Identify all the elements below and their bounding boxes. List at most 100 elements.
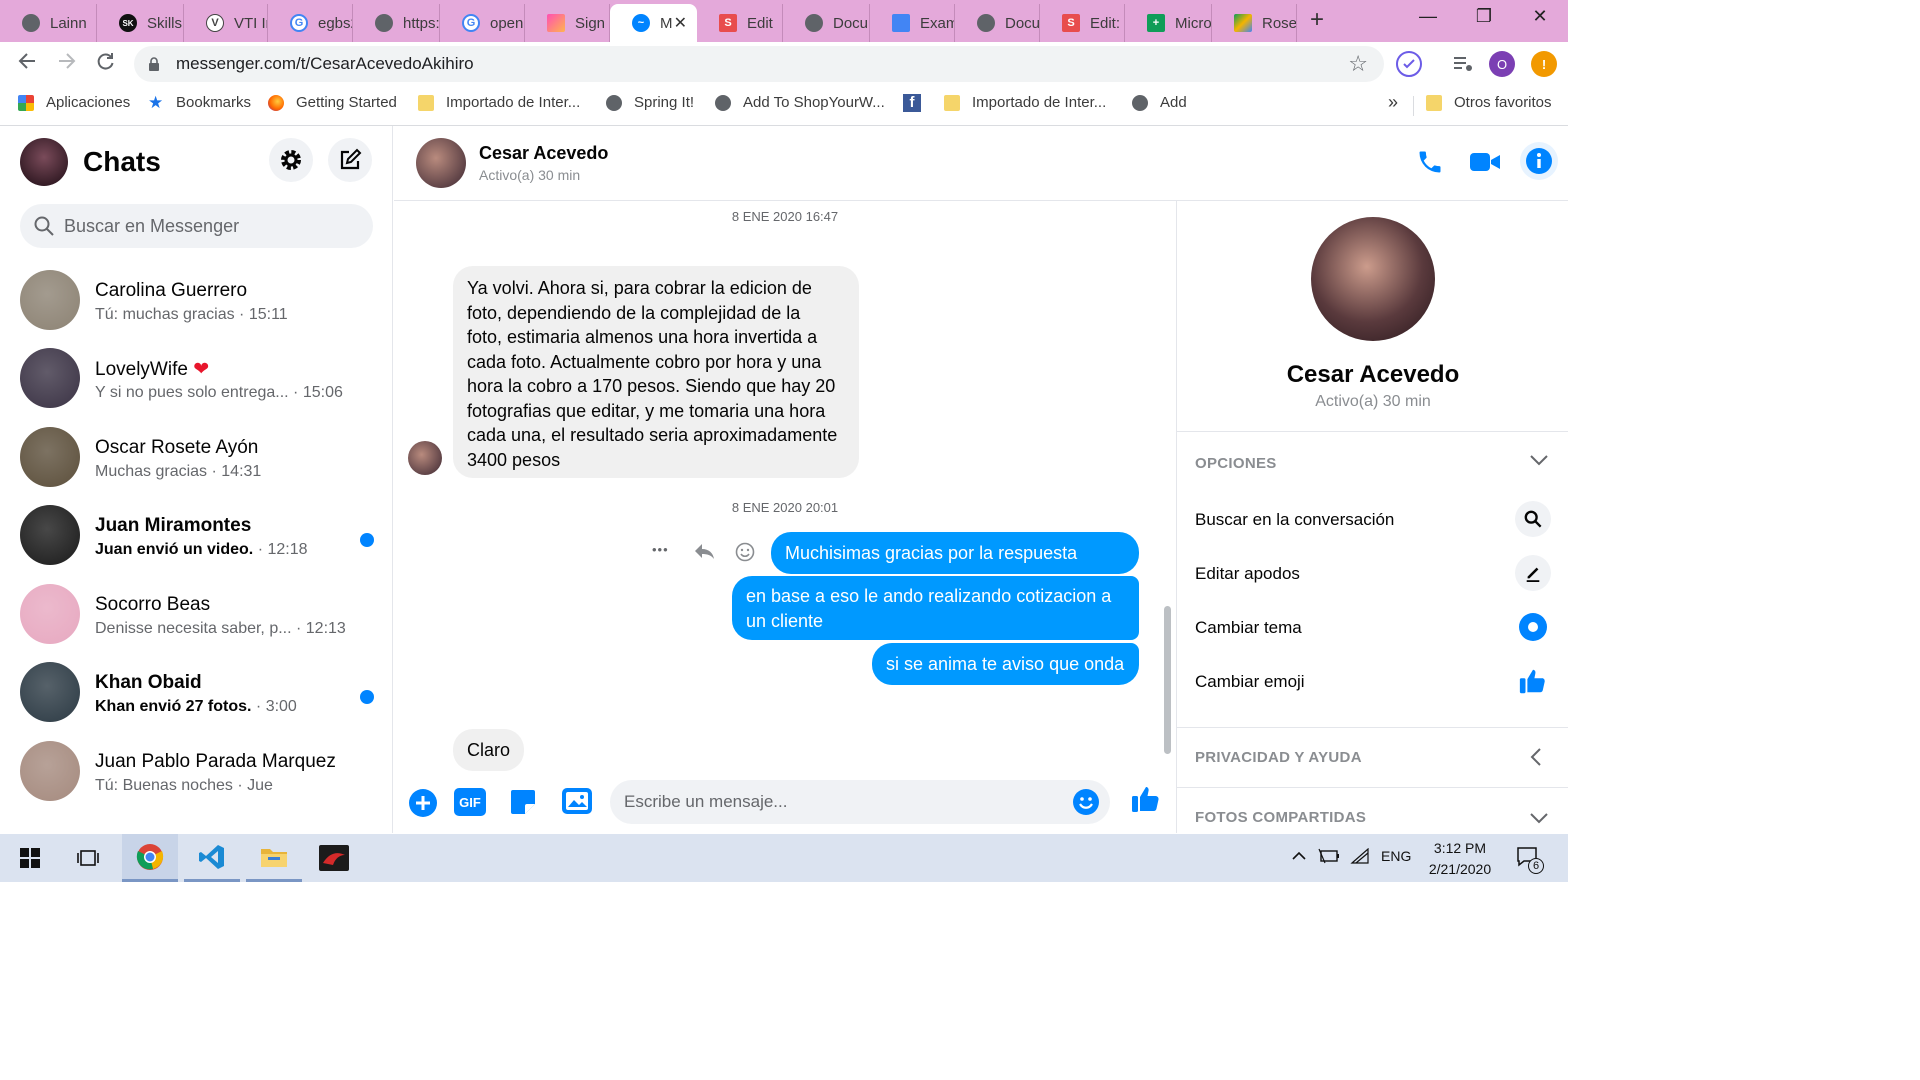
search-icon[interactable]: [1515, 501, 1551, 537]
new-tab-button[interactable]: +: [1310, 6, 1324, 34]
chevron-left-icon[interactable]: [1529, 747, 1543, 772]
tab-12[interactable]: S Edit: E: [1040, 4, 1125, 42]
add-icon[interactable]: [408, 788, 438, 823]
vscode-taskbar-icon[interactable]: [184, 834, 240, 882]
contact-profile-photo[interactable]: [1311, 217, 1435, 341]
file-explorer-taskbar-icon[interactable]: [246, 834, 302, 882]
tab-3[interactable]: Gegbs2: [268, 4, 353, 42]
bookmark-item[interactable]: Aplicaciones: [18, 94, 130, 111]
more-options-icon[interactable]: •••: [652, 542, 669, 557]
chat-list-item[interactable]: Khan Obaid Khan envió 27 fotos. · 3:00: [20, 662, 380, 728]
close-window-button[interactable]: ✕: [1520, 6, 1560, 27]
restore-button[interactable]: ❐: [1464, 6, 1504, 27]
react-emoji-icon[interactable]: [735, 542, 755, 567]
tab-7[interactable]: ~ M ✕: [610, 4, 697, 42]
profile-avatar[interactable]: O: [1489, 51, 1515, 77]
chat-list-item[interactable]: Socorro Beas Denisse necesita saber, p...…: [20, 584, 380, 650]
phone-icon[interactable]: [1416, 148, 1444, 181]
pencil-icon[interactable]: [1515, 555, 1551, 591]
chrome-taskbar-icon[interactable]: [122, 834, 178, 882]
shared-photos-section-title[interactable]: FOTOS COMPARTIDAS: [1195, 809, 1366, 826]
gif-icon[interactable]: GIF: [454, 788, 486, 821]
search-input[interactable]: Buscar en Messenger: [20, 204, 373, 248]
theme-color-icon[interactable]: [1515, 609, 1551, 645]
bookmark-item[interactable]: Spring It!: [606, 94, 694, 111]
extension-check-icon[interactable]: [1396, 51, 1422, 77]
bookmark-item[interactable]: Importado de Inter...: [944, 94, 1106, 111]
other-bookmarks-folder[interactable]: Otros favoritos: [1426, 94, 1552, 111]
minimize-button[interactable]: —: [1408, 6, 1448, 27]
chat-list-item[interactable]: Juan Miramontes Juan envió un video. · 12…: [20, 505, 380, 571]
privacy-section-title[interactable]: PRIVACIDAD Y AYUDA: [1195, 749, 1362, 766]
option-change-theme[interactable]: Cambiar tema: [1195, 618, 1302, 638]
info-button[interactable]: [1520, 142, 1558, 180]
tab-1[interactable]: SK Skills: [97, 4, 184, 42]
tab-6[interactable]: Sign i: [525, 4, 610, 42]
my-avatar[interactable]: [20, 138, 68, 186]
back-icon[interactable]: [16, 50, 38, 78]
contact-avatar[interactable]: [416, 138, 466, 188]
bookmark-item[interactable]: ★ Bookmarks: [148, 94, 251, 112]
video-call-icon[interactable]: [1469, 150, 1501, 179]
outgoing-message[interactable]: Muchisimas gracias por la respuesta cesa…: [771, 532, 1139, 588]
wifi-icon[interactable]: [1350, 847, 1370, 867]
settings-button[interactable]: [269, 138, 313, 182]
system-clock[interactable]: 3:12 PM 2/21/2020: [1410, 838, 1510, 880]
tab-0[interactable]: Lainn: [0, 4, 97, 42]
chat-list-item[interactable]: Oscar Rosete Ayón Muchas gracias · 14:31: [20, 427, 380, 493]
sender-avatar[interactable]: [408, 441, 442, 475]
close-tab-icon[interactable]: ✕: [674, 13, 687, 33]
incoming-message[interactable]: Claro: [453, 729, 524, 771]
language-indicator[interactable]: ENG: [1381, 848, 1411, 864]
task-view-icon[interactable]: [60, 834, 116, 882]
forward-icon[interactable]: [56, 50, 78, 78]
tab-8[interactable]: S Edit: [697, 4, 783, 42]
bookmarks-overflow-button[interactable]: »: [1388, 92, 1398, 113]
option-search-conversation[interactable]: Buscar en la conversación: [1195, 510, 1394, 530]
windows-start-icon[interactable]: [2, 834, 58, 882]
bookmark-star-icon[interactable]: ☆: [1348, 51, 1368, 77]
message-input[interactable]: Escribe un mensaje...: [610, 780, 1110, 824]
photo-icon[interactable]: [562, 788, 592, 819]
game-app-taskbar-icon[interactable]: [306, 834, 362, 882]
tab-14[interactable]: Roset: [1212, 4, 1297, 42]
media-control-icon[interactable]: [1450, 51, 1476, 77]
chat-list-item[interactable]: Carolina Guerrero Tú: muchas gracias · 15…: [20, 270, 380, 336]
option-change-emoji[interactable]: Cambiar emoji: [1195, 672, 1305, 692]
bookmark-item[interactable]: f: [903, 94, 933, 112]
new-message-button[interactable]: [328, 138, 372, 182]
bookmark-item[interactable]: Getting Started: [268, 94, 397, 111]
reply-icon[interactable]: [693, 541, 715, 566]
incoming-message[interactable]: Ya volvi. Ahora si, para cobrar la edici…: [453, 266, 859, 478]
contact-name[interactable]: Cesar Acevedo: [479, 143, 608, 164]
tab-11[interactable]: Docu: [955, 4, 1040, 42]
sticker-icon[interactable]: [509, 788, 537, 821]
bookmark-item[interactable]: Add: [1132, 94, 1187, 111]
options-section-title[interactable]: OPCIONES: [1195, 455, 1277, 472]
tab-10[interactable]: Exam: [870, 4, 955, 42]
thumbs-up-icon[interactable]: [1515, 663, 1551, 699]
thumbs-up-icon[interactable]: [1130, 783, 1162, 820]
chat-list-item[interactable]: Juan Pablo Parada Marquez Tú: Buenas noch…: [20, 741, 380, 807]
tab-13[interactable]: + Micro: [1125, 4, 1212, 42]
emoji-icon[interactable]: [1072, 788, 1100, 821]
chevron-down-icon[interactable]: [1529, 809, 1549, 830]
tab-9[interactable]: Docu: [783, 4, 870, 42]
thread-scrollbar[interactable]: [1164, 606, 1171, 754]
outgoing-message[interactable]: si se anima te aviso que onda: [872, 643, 1139, 685]
chevron-down-icon[interactable]: [1529, 451, 1549, 472]
tab-4[interactable]: https:: [353, 4, 440, 42]
show-hidden-icons-chevron-icon[interactable]: [1291, 848, 1307, 864]
bookmark-item[interactable]: Add To ShopYourW...: [715, 94, 885, 111]
bookmark-item[interactable]: Importado de Inter...: [418, 94, 580, 111]
battery-icon[interactable]: [1318, 848, 1340, 867]
tab-2[interactable]: V VTI In: [184, 4, 268, 42]
option-edit-nicknames[interactable]: Editar apodos: [1195, 564, 1300, 584]
tab-5[interactable]: Gopen: [440, 4, 525, 42]
outgoing-message[interactable]: en base a eso le ando realizando cotizac…: [732, 576, 1139, 640]
reload-icon[interactable]: [94, 50, 116, 78]
chat-list-item[interactable]: LovelyWife ❤ Y si no pues solo entrega...…: [20, 348, 380, 414]
notification-center-icon[interactable]: 6: [1516, 846, 1544, 874]
address-bar[interactable]: messenger.com/t/CesarAcevedoAkihiro ☆: [134, 46, 1384, 82]
update-alert-icon[interactable]: !: [1531, 51, 1557, 77]
